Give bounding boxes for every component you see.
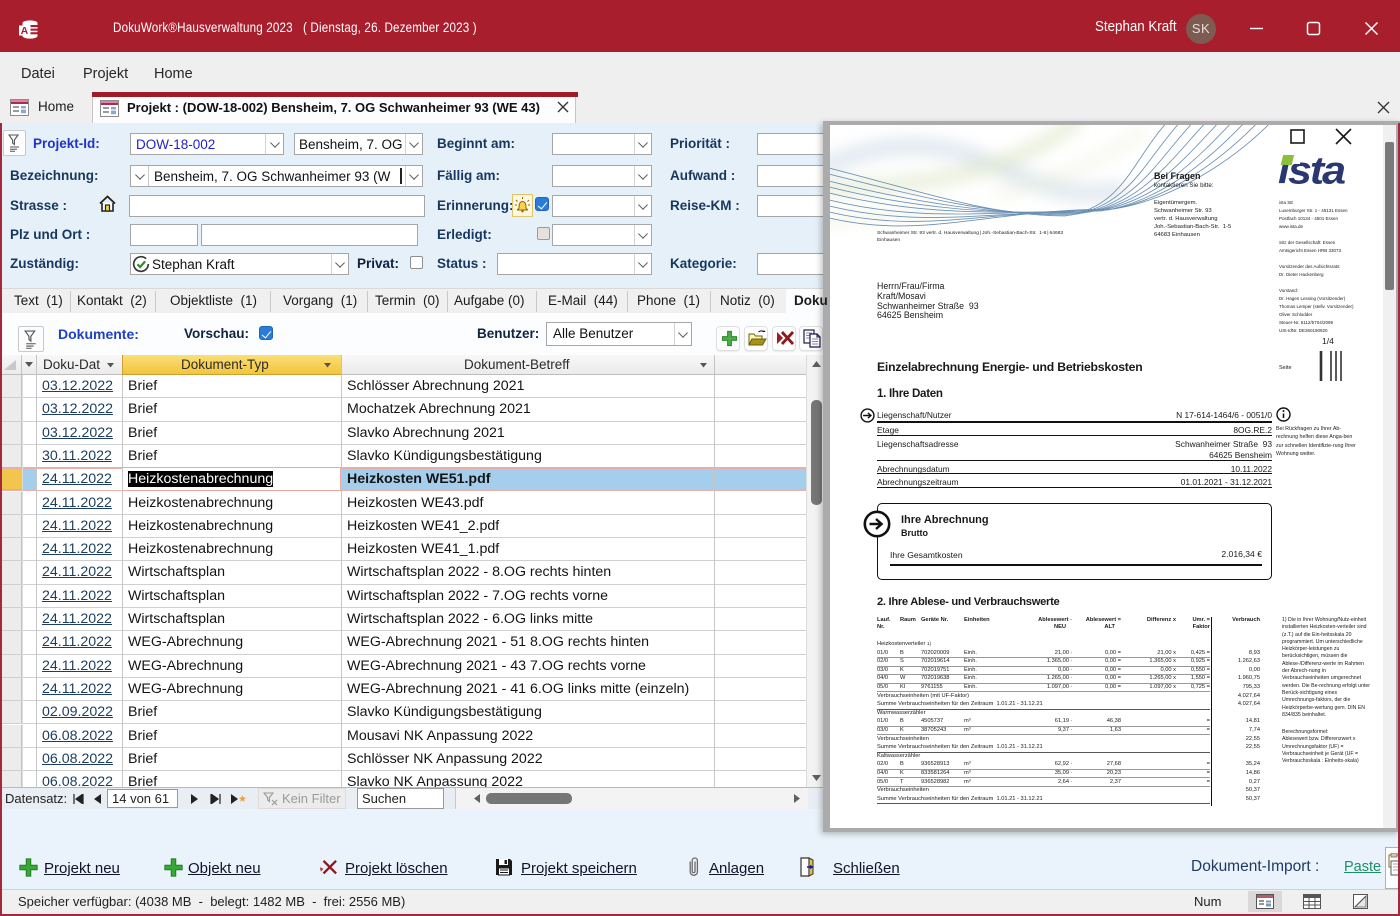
svg-text:A: A	[21, 25, 29, 37]
